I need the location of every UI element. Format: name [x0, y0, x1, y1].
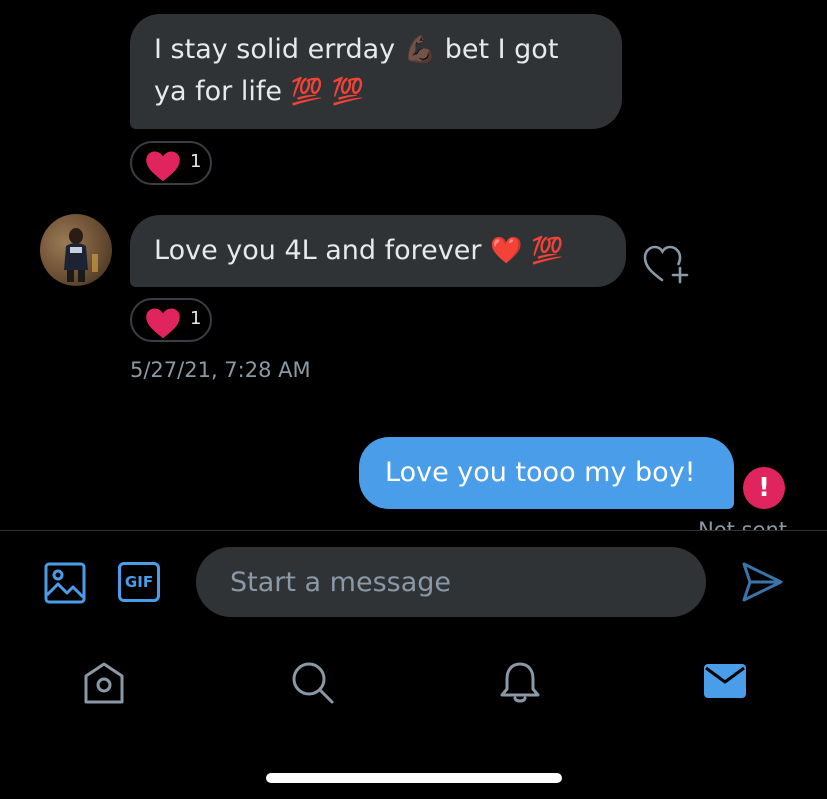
gif-button[interactable]: GIF: [118, 562, 160, 602]
message-text: Love you 4L and forever: [154, 235, 491, 266]
messages-icon[interactable]: [703, 660, 747, 706]
flexed-biceps-emoji: 💪🏿: [403, 35, 437, 65]
divider: [0, 530, 827, 531]
home-icon[interactable]: [82, 660, 126, 710]
message-timestamp: 5/27/21, 7:28 AM: [130, 358, 311, 382]
message-text: I stay solid errday: [154, 34, 396, 65]
hundred-points-emoji: 💯: [531, 236, 564, 266]
reaction-count: 1: [190, 308, 202, 329]
hundred-points-emoji: 💯: [331, 77, 364, 107]
notifications-icon[interactable]: [497, 660, 543, 710]
status-clip: Not sent: [560, 510, 827, 530]
hundred-points-emoji: 💯: [290, 77, 323, 107]
add-reaction-icon[interactable]: [642, 242, 690, 290]
message-bubble-outgoing[interactable]: Love you tooo my boy!: [359, 437, 734, 509]
avatar[interactable]: [40, 214, 112, 286]
message-text: ya for life: [154, 76, 291, 107]
reaction-pill[interactable]: 1: [130, 298, 212, 342]
avatar-image: [64, 228, 98, 282]
send-icon[interactable]: [740, 560, 784, 608]
message-input[interactable]: [196, 547, 706, 617]
reaction-count: 1: [190, 151, 202, 172]
error-icon[interactable]: !: [743, 467, 785, 509]
home-indicator[interactable]: [266, 773, 562, 783]
red-heart-emoji: ❤️: [490, 236, 523, 266]
heart-icon: [146, 308, 180, 339]
heart-icon: [146, 151, 180, 182]
message-status: Not sent: [698, 518, 787, 530]
search-icon[interactable]: [290, 660, 336, 710]
message-text: bet I got: [436, 34, 559, 65]
reaction-pill[interactable]: 1: [130, 141, 212, 185]
message-bubble-incoming[interactable]: Love you 4L and forever ❤️ 💯: [130, 215, 626, 287]
message-text: Love you tooo my boy!: [385, 457, 696, 488]
message-bubble-incoming[interactable]: I stay solid errday 💪🏿 bet I got ya for …: [130, 14, 622, 129]
image-icon[interactable]: [44, 562, 86, 608]
